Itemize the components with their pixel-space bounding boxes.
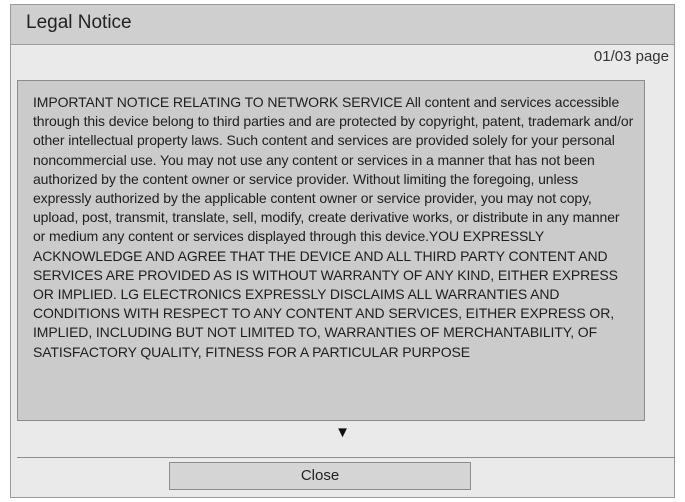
page-indicator: 01/03 page <box>593 48 669 65</box>
dialog-title: Legal Notice <box>26 12 132 33</box>
notice-text-box[interactable]: IMPORTANT NOTICE RELATING TO NETWORK SER… <box>17 80 645 421</box>
scroll-down-arrow-icon[interactable]: ▼ <box>0 424 685 441</box>
title-bar: Legal Notice <box>11 5 674 45</box>
divider <box>17 457 675 458</box>
notice-body-text: IMPORTANT NOTICE RELATING TO NETWORK SER… <box>33 94 634 360</box>
close-button[interactable]: Close <box>169 462 471 490</box>
